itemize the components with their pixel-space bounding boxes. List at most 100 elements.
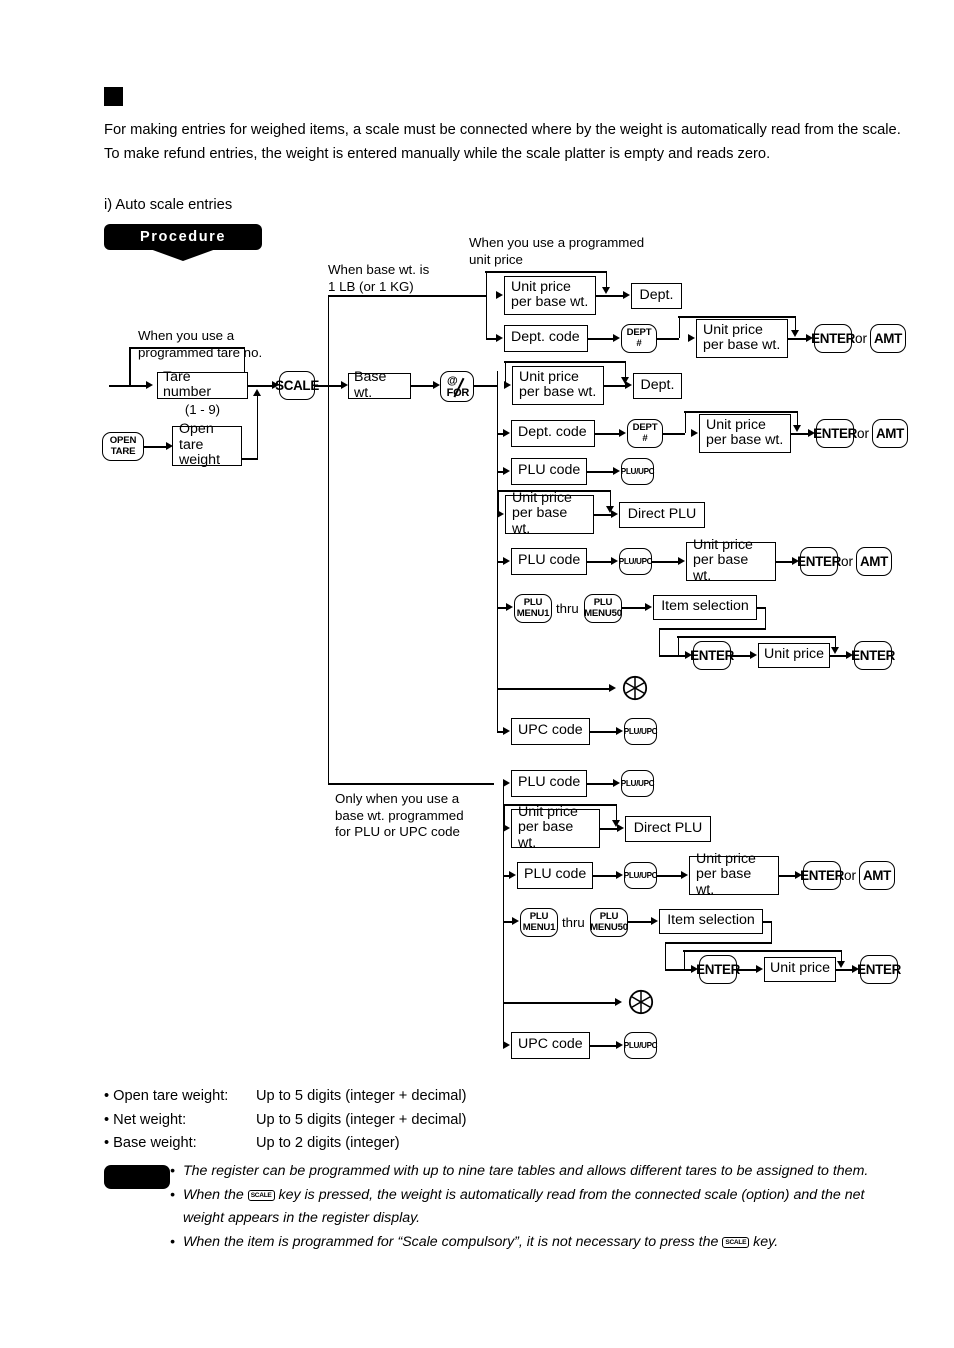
line-b6-enter-to-unit-price xyxy=(731,655,751,657)
box-b3-plu-code[interactable]: PLU code xyxy=(511,458,587,485)
line-base-wt-to-atfor xyxy=(411,385,434,387)
arrow-a2-bypass-down xyxy=(790,330,799,337)
line-c5-to-terminal xyxy=(503,1002,616,1004)
arrow-open-tare-up xyxy=(252,389,261,396)
line-b2-bypass-down xyxy=(796,411,799,426)
key-c3-amt[interactable]: AMT xyxy=(859,861,895,890)
arrow-b6-to-plu-menu1 xyxy=(506,602,513,611)
box-c3-unit-price-per-base-wt[interactable]: Unit price per base wt. xyxy=(689,851,779,898)
line-b6-to-enter2 xyxy=(830,655,847,657)
arrow-c3-to-unit-price xyxy=(681,870,688,879)
arrow-c4-to-plu-menu1 xyxy=(512,916,519,925)
key-a2-dept-hash[interactable]: DEPT # xyxy=(621,324,657,353)
box-tare-number[interactable]: Tare number xyxy=(157,369,248,400)
key-c6-plu-upc[interactable]: PLU/UPC xyxy=(624,1032,658,1059)
box-open-tare-weight[interactable]: Open tare weight xyxy=(172,422,242,468)
line-b6-is-left xyxy=(659,628,766,630)
box-b4-unit-price-per-base-wt[interactable]: Unit price per base wt. xyxy=(505,490,594,537)
key-b8-plu-upc[interactable]: PLU/UPC xyxy=(624,718,658,745)
box-a1-unit-price-per-base-wt[interactable]: Unit price per base wt. xyxy=(504,276,596,315)
arrow-a1-bypass-down xyxy=(601,287,610,294)
box-b5-plu-code[interactable]: PLU code xyxy=(511,548,587,575)
line-c4-to-item-selection xyxy=(628,921,652,923)
annotation-base-wt-note: When base wt. is 1 LB (or 1 KG) xyxy=(328,262,430,294)
note-item-3-text-a: When the item is programmed for “Scale c… xyxy=(183,1233,719,1250)
key-b6-enter-1[interactable]: ENTER xyxy=(690,641,734,670)
key-c4-plu-menu50[interactable]: PLU MENU50 xyxy=(590,908,628,937)
box-b2-unit-price-per-base-wt[interactable]: Unit price per base wt. xyxy=(699,414,791,453)
line-b2-to-dept-key xyxy=(595,433,620,435)
line-c3-to-plu-upc xyxy=(593,875,617,877)
box-b6-item-selection[interactable]: Item selection xyxy=(653,595,757,620)
box-a1-dept[interactable]: Dept. xyxy=(631,283,682,309)
key-c3-plu-upc[interactable]: PLU/UPC xyxy=(624,862,658,889)
line-c2-to-direct-plu xyxy=(600,828,618,830)
key-b3-plu-upc[interactable]: PLU/UPC xyxy=(621,458,655,485)
key-b6-enter-2[interactable]: ENTER xyxy=(851,641,895,670)
spec-value-open-tare-weight: Up to 5 digits (integer + decimal) xyxy=(256,1088,467,1104)
key-a2-enter[interactable]: ENTER xyxy=(811,324,855,353)
spec-key-open-tare-weight: • Open tare weight: xyxy=(104,1088,229,1104)
arrow-b8-to-upc-code xyxy=(503,726,510,735)
key-b2-dept-hash[interactable]: DEPT # xyxy=(627,419,663,448)
key-c4-enter-1[interactable]: ENTER xyxy=(696,955,740,984)
arrow-b5-to-plu-upc xyxy=(611,556,618,565)
box-b8-upc-code[interactable]: UPC code xyxy=(511,718,590,745)
line-b6-is-down2 xyxy=(658,628,661,656)
key-c1-plu-upc[interactable]: PLU/UPC xyxy=(621,770,655,797)
spec-value-net-weight: Up to 5 digits (integer + decimal) xyxy=(256,1111,467,1128)
key-b6-plu-menu50[interactable]: PLU MENU50 xyxy=(584,594,622,623)
box-c2-direct-plu[interactable]: Direct PLU xyxy=(625,816,711,842)
label-tare-range: (1 - 9) xyxy=(184,402,221,417)
key-b2-amt[interactable]: AMT xyxy=(872,419,908,448)
terminal-circle-icon-2 xyxy=(628,989,654,1015)
key-c4-enter-2[interactable]: ENTER xyxy=(857,955,901,984)
arrow-a2-to-unit-price xyxy=(688,333,695,342)
box-c2-unit-price-per-base-wt[interactable]: Unit price per base wt. xyxy=(511,804,600,851)
line-trunk-top-branch xyxy=(328,295,486,297)
line-b3-to-plu-upc xyxy=(587,471,614,473)
key-b6-plu-menu1[interactable]: PLU MENU1 xyxy=(514,594,552,623)
box-c4-item-selection[interactable]: Item selection xyxy=(659,909,763,934)
box-base-wt[interactable]: Base wt. xyxy=(348,369,411,400)
arrow-c2-to-direct-plu xyxy=(617,823,624,832)
box-a2-dept-code[interactable]: Dept. code xyxy=(504,325,588,352)
box-b6-unit-price[interactable]: Unit price xyxy=(758,643,830,668)
line-c4-is-left xyxy=(665,942,772,944)
arrow-c4-bypass-down xyxy=(836,961,845,968)
key-b2-enter[interactable]: ENTER xyxy=(813,419,857,448)
line-c4-to-enter2 xyxy=(836,969,853,971)
box-c1-plu-code[interactable]: PLU code xyxy=(511,770,587,797)
box-b5-unit-price-per-base-wt[interactable]: Unit price per base wt. xyxy=(686,537,776,584)
arrow-b1-to-dept xyxy=(625,380,632,389)
line-b2-to-enter xyxy=(791,433,809,435)
key-at-for[interactable]: @ FOR xyxy=(440,371,474,402)
box-c4-unit-price[interactable]: Unit price xyxy=(764,957,836,982)
note-item-1: The register can be programmed with up t… xyxy=(170,1160,903,1184)
line-open-tare-up xyxy=(256,396,259,459)
note-item-2-text-a: When the xyxy=(183,1186,244,1203)
key-scale[interactable]: SCALE xyxy=(275,371,319,400)
key-b5-plu-upc[interactable]: PLU/UPC xyxy=(619,548,653,575)
key-b5-enter[interactable]: ENTER xyxy=(797,547,841,576)
line-b6-bypass-top xyxy=(677,636,836,638)
line-open-tare-to-box xyxy=(144,446,167,448)
key-open-tare[interactable]: OPEN TARE xyxy=(102,432,144,461)
key-b5-amt[interactable]: AMT xyxy=(856,547,892,576)
box-b4-direct-plu[interactable]: Direct PLU xyxy=(619,502,705,528)
box-c6-upc-code[interactable]: UPC code xyxy=(511,1032,590,1059)
arrow-b4-to-unit-price xyxy=(497,509,504,518)
arrow-c1-to-plu-code xyxy=(503,778,510,787)
spec-row: • Net weight: Up to 5 digits (integer + … xyxy=(104,1109,467,1133)
box-b1-unit-price-per-base-wt[interactable]: Unit price per base wt. xyxy=(512,366,604,405)
key-c3-enter[interactable]: ENTER xyxy=(800,861,844,890)
key-c4-plu-menu1[interactable]: PLU MENU1 xyxy=(520,908,558,937)
box-c3-plu-code[interactable]: PLU code xyxy=(517,862,593,889)
box-b1-dept[interactable]: Dept. xyxy=(633,373,682,399)
arrow-a1-to-dept xyxy=(623,290,630,299)
key-a2-amt[interactable]: AMT xyxy=(870,324,906,353)
line-b5-to-enter xyxy=(776,561,793,563)
label-c4-thru: thru xyxy=(562,915,585,930)
box-a2-unit-price-per-base-wt[interactable]: Unit price per base wt. xyxy=(696,319,788,358)
box-b2-dept-code[interactable]: Dept. code xyxy=(511,420,595,447)
